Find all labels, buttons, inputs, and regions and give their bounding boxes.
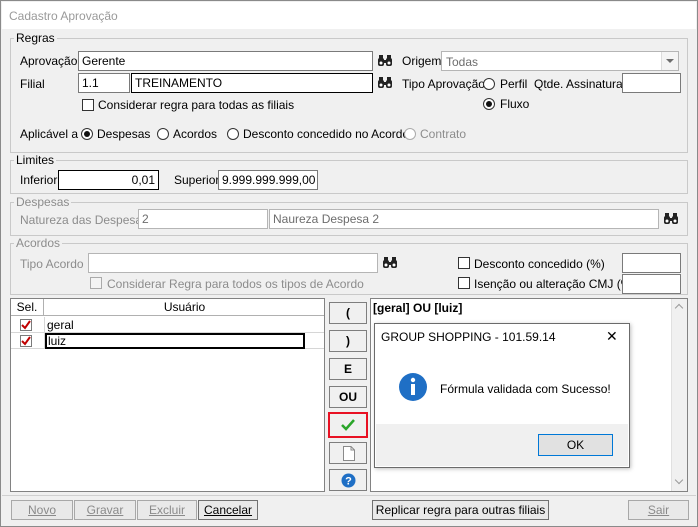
filial-name-field[interactable]: TREINAMENTO <box>131 73 373 93</box>
header-sel[interactable]: Sel. <box>11 299 44 316</box>
despesas-radio[interactable] <box>81 128 93 140</box>
scrollbar[interactable] <box>671 299 687 491</box>
chevron-up-icon[interactable] <box>674 303 684 313</box>
dialog-footer: OK <box>376 424 628 466</box>
fluxo-radio[interactable] <box>483 98 495 110</box>
users-table: Sel. Usuário geral luiz <box>10 298 325 492</box>
aprovacao-field[interactable]: Gerente <box>78 51 373 71</box>
checkbox-checked-icon[interactable] <box>20 335 32 347</box>
inferior-label: Inferior <box>20 173 58 187</box>
limites-legend: Limites <box>16 153 55 167</box>
despesas-legend: Despesas <box>16 195 70 209</box>
considerar-tipos-checkbox <box>90 277 102 289</box>
tipo-aprovacao-label: Tipo Aprovação <box>402 77 485 91</box>
inferior-field[interactable]: 0,01 <box>58 170 159 190</box>
table-row[interactable]: luiz <box>11 333 324 349</box>
aprovacao-label: Aprovação <box>20 54 78 68</box>
or-button[interactable]: OU <box>329 386 367 408</box>
perfil-label: Perfil <box>500 77 528 91</box>
and-button[interactable]: E <box>329 358 367 380</box>
considerar-filiais-label: Considerar regra para todas as filiais <box>98 98 295 112</box>
novo-label: Novo <box>27 503 56 517</box>
binoculars-icon[interactable] <box>662 210 680 228</box>
considerar-tipos-label: Considerar Regra para todos os tipos de … <box>107 277 364 291</box>
origem-value: Todas <box>446 55 479 69</box>
contrato-radio <box>404 128 416 140</box>
filial-code-field[interactable]: 1.1 <box>78 73 130 93</box>
replicar-button[interactable]: Replicar regra para outras filiais <box>372 500 549 520</box>
isencao-field[interactable] <box>622 274 681 294</box>
desconto-label: Desconto concedido (%) <box>474 257 605 271</box>
binoculars-icon[interactable] <box>376 74 394 92</box>
binoculars-icon[interactable] <box>376 52 394 70</box>
dialog-message: Fórmula validada com Sucesso! <box>440 382 611 396</box>
open-paren-button[interactable]: ( <box>329 302 367 324</box>
desconto-checkbox[interactable] <box>458 257 470 269</box>
table-header: Sel. Usuário <box>11 299 324 316</box>
cancelar-label: Cancelar <box>203 503 253 517</box>
origem-select[interactable]: Todas <box>441 51 679 71</box>
desconto-field[interactable] <box>622 253 681 273</box>
superior-field[interactable]: 9.999.999.999,00 <box>218 170 318 190</box>
header-usuario[interactable]: Usuário <box>45 299 324 316</box>
tipo-acordo-field[interactable] <box>88 253 378 273</box>
filial-label: Filial <box>20 77 45 91</box>
svg-text:?: ? <box>345 476 352 488</box>
sair-button[interactable]: Sair <box>628 500 689 520</box>
close-icon[interactable]: ✕ <box>606 328 618 345</box>
message-dialog: GROUP SHOPPING - 101.59.14 ✕ Fórmula val… <box>374 323 630 468</box>
window-title: Cadastro Aprovação <box>2 2 696 29</box>
document-icon <box>343 446 355 461</box>
desconto-acordo-radio-label: Desconto concedido no Acordo <box>243 127 410 141</box>
regras-legend: Regras <box>16 31 55 45</box>
table-row[interactable]: geral <box>11 317 324 333</box>
info-icon <box>399 373 427 401</box>
acordos-legend: Acordos <box>16 236 61 250</box>
gravar-button[interactable]: Gravar <box>74 500 136 520</box>
isencao-label: Isenção ou alteração CMJ (%) <box>474 277 636 291</box>
dialog-title: GROUP SHOPPING - 101.59.14 <box>381 330 556 344</box>
main-window: Cadastro Aprovação Regras Aprovação Gere… <box>0 0 698 527</box>
user-name: geral <box>47 318 74 332</box>
gravar-label: Gravar <box>86 503 124 517</box>
sair-label: Sair <box>647 503 670 517</box>
qtde-field[interactable] <box>622 73 681 93</box>
qtde-label: Qtde. Assinaturas <box>534 77 629 91</box>
close-paren-button[interactable]: ) <box>329 330 367 352</box>
isencao-checkbox[interactable] <box>458 277 470 289</box>
novo-button[interactable]: Novo <box>11 500 73 520</box>
ok-button[interactable]: OK <box>538 434 613 456</box>
column-divider <box>44 317 45 333</box>
check-icon <box>341 419 355 431</box>
natureza-label: Natureza das Despesas <box>20 213 149 227</box>
clear-formula-button[interactable] <box>329 442 367 464</box>
checkbox-checked-icon[interactable] <box>20 319 32 331</box>
aplicavel-label: Aplicável a <box>20 127 79 141</box>
acordos-radio[interactable] <box>157 128 169 140</box>
desconto-acordo-radio[interactable] <box>227 128 239 140</box>
acordos-radio-label: Acordos <box>173 127 218 141</box>
formula-text: [geral] OU [luiz] <box>373 301 463 315</box>
superior-label: Superior <box>174 173 220 187</box>
tipo-acordo-label: Tipo Acordo <box>20 257 84 271</box>
cancelar-button[interactable]: Cancelar <box>198 500 258 520</box>
chevron-down-icon[interactable] <box>674 475 684 485</box>
help-button[interactable]: ? <box>329 469 367 491</box>
excluir-label: Excluir <box>148 503 185 517</box>
chevron-down-icon[interactable] <box>661 52 678 70</box>
natureza-code-field[interactable]: 2 <box>138 209 268 229</box>
perfil-radio[interactable] <box>483 78 495 90</box>
origem-label: Origem <box>402 54 442 68</box>
excluir-button[interactable]: Excluir <box>137 500 197 520</box>
binoculars-icon[interactable] <box>381 254 399 272</box>
fluxo-label: Fluxo <box>500 97 530 111</box>
considerar-filiais-checkbox[interactable] <box>82 99 94 111</box>
despesas-radio-label: Despesas <box>97 127 151 141</box>
help-icon: ? <box>341 473 356 488</box>
validate-button[interactable] <box>328 412 368 438</box>
user-name-editor[interactable]: luiz <box>45 333 305 349</box>
natureza-name-field[interactable]: Naureza Despesa 2 <box>269 209 659 229</box>
contrato-radio-label: Contrato <box>420 127 467 141</box>
